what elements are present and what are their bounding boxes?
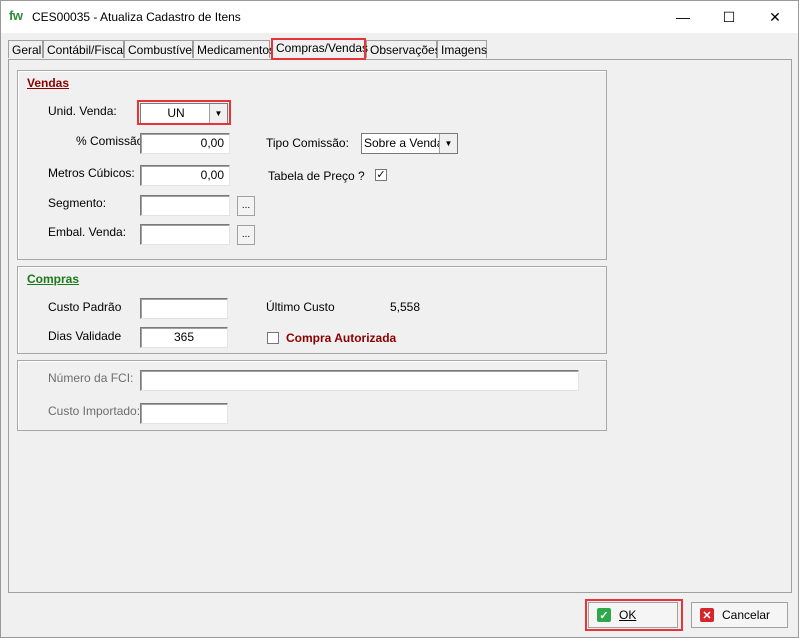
custo-importado-label: Custo Importado: [48,404,141,418]
tipo-comissao-value: Sobre a Venda [364,136,444,150]
tab-geral[interactable]: Geral [8,40,43,58]
maximize-button[interactable]: ☐ [706,1,752,33]
comissao-input[interactable]: 0,00 [140,133,230,154]
compra-autorizada-checkbox[interactable] [267,332,279,344]
ultimo-custo-value: 5,558 [390,300,421,314]
app-window: fw CES00035 - Atualiza Cadastro de Itens… [0,0,799,638]
title-bar: fw CES00035 - Atualiza Cadastro de Itens… [1,1,798,33]
fci-group: Número da FCI: Custo Importado: [17,360,607,431]
compras-group: Compras Custo Padrão Último Custo 5,558 … [17,266,607,354]
close-icon: ✕ [769,8,781,25]
tab-medicamentos[interactable]: Medicamentos [193,40,275,58]
unid-venda-label: Unid. Venda: [48,104,117,118]
tab-imagens[interactable]: Imagens [437,40,487,58]
segmento-input[interactable] [140,195,230,216]
segmento-lookup-button[interactable]: ... [237,196,255,216]
check-icon: ✓ [597,608,611,622]
segmento-label: Segmento: [48,196,107,210]
metros-cubicos-label: Metros Cúbicos: [48,166,135,180]
cancel-icon: ✕ [700,608,714,622]
custo-padrao-label: Custo Padrão [48,300,122,314]
unid-venda-select[interactable]: UN ▼ [140,103,228,124]
tab-combustivel[interactable]: Combustível [124,40,195,58]
ok-button[interactable]: ✓ OK [588,602,678,628]
tipo-comissao-select[interactable]: Sobre a Venda ▼ [361,133,458,154]
custo-padrao-input[interactable] [140,298,228,319]
numero-fci-label: Número da FCI: [48,371,134,385]
embal-venda-label: Embal. Venda: [48,225,127,239]
close-button[interactable]: ✕ [752,1,798,33]
tab-panel: Vendas Unid. Venda: UN ▼ % Comissão: 0,0… [8,59,792,593]
ok-label: OK [619,608,637,622]
custo-importado-input[interactable] [140,403,228,424]
embal-venda-lookup-button[interactable]: ... [237,225,255,245]
compra-autorizada-label: Compra Autorizada [286,331,397,345]
tipo-comissao-label: Tipo Comissão: [266,136,349,150]
dias-validade-input[interactable]: 365 [140,327,228,348]
tab-compras-vendas[interactable]: Compras/Vendas [272,38,368,60]
maximize-icon: ☐ [722,8,736,25]
cancel-label: Cancelar [722,608,771,622]
tabela-preco-checkbox[interactable]: ✓ [375,169,387,181]
chevron-down-icon[interactable]: ▼ [209,104,227,123]
button-bar: ✓ OK ✕ Cancelar [1,599,798,637]
comissao-label: % Comissão: [76,134,147,148]
chevron-down-icon[interactable]: ▼ [439,134,457,153]
ultimo-custo-label: Último Custo [266,300,335,314]
vendas-group: Vendas Unid. Venda: UN ▼ % Comissão: 0,0… [17,70,607,260]
app-logo: fw [9,8,23,23]
tabela-preco-label: Tabela de Preço ? [268,169,365,183]
metros-cubicos-input[interactable]: 0,00 [140,165,230,186]
window-title: CES00035 - Atualiza Cadastro de Itens [32,10,241,24]
vendas-title: Vendas [27,76,70,90]
minimize-button[interactable]: — [660,1,706,33]
unid-venda-value: UN [167,106,185,120]
cancel-button[interactable]: ✕ Cancelar [691,602,788,628]
minimize-icon: — [676,9,690,25]
dias-validade-label: Dias Validade [48,329,122,343]
embal-venda-input[interactable] [140,224,230,245]
tab-observacoes[interactable]: Observações [366,40,441,58]
compras-title: Compras [27,272,80,286]
tab-contabil-fiscal[interactable]: Contábil/Fiscal [43,40,126,58]
numero-fci-input[interactable] [140,370,579,391]
